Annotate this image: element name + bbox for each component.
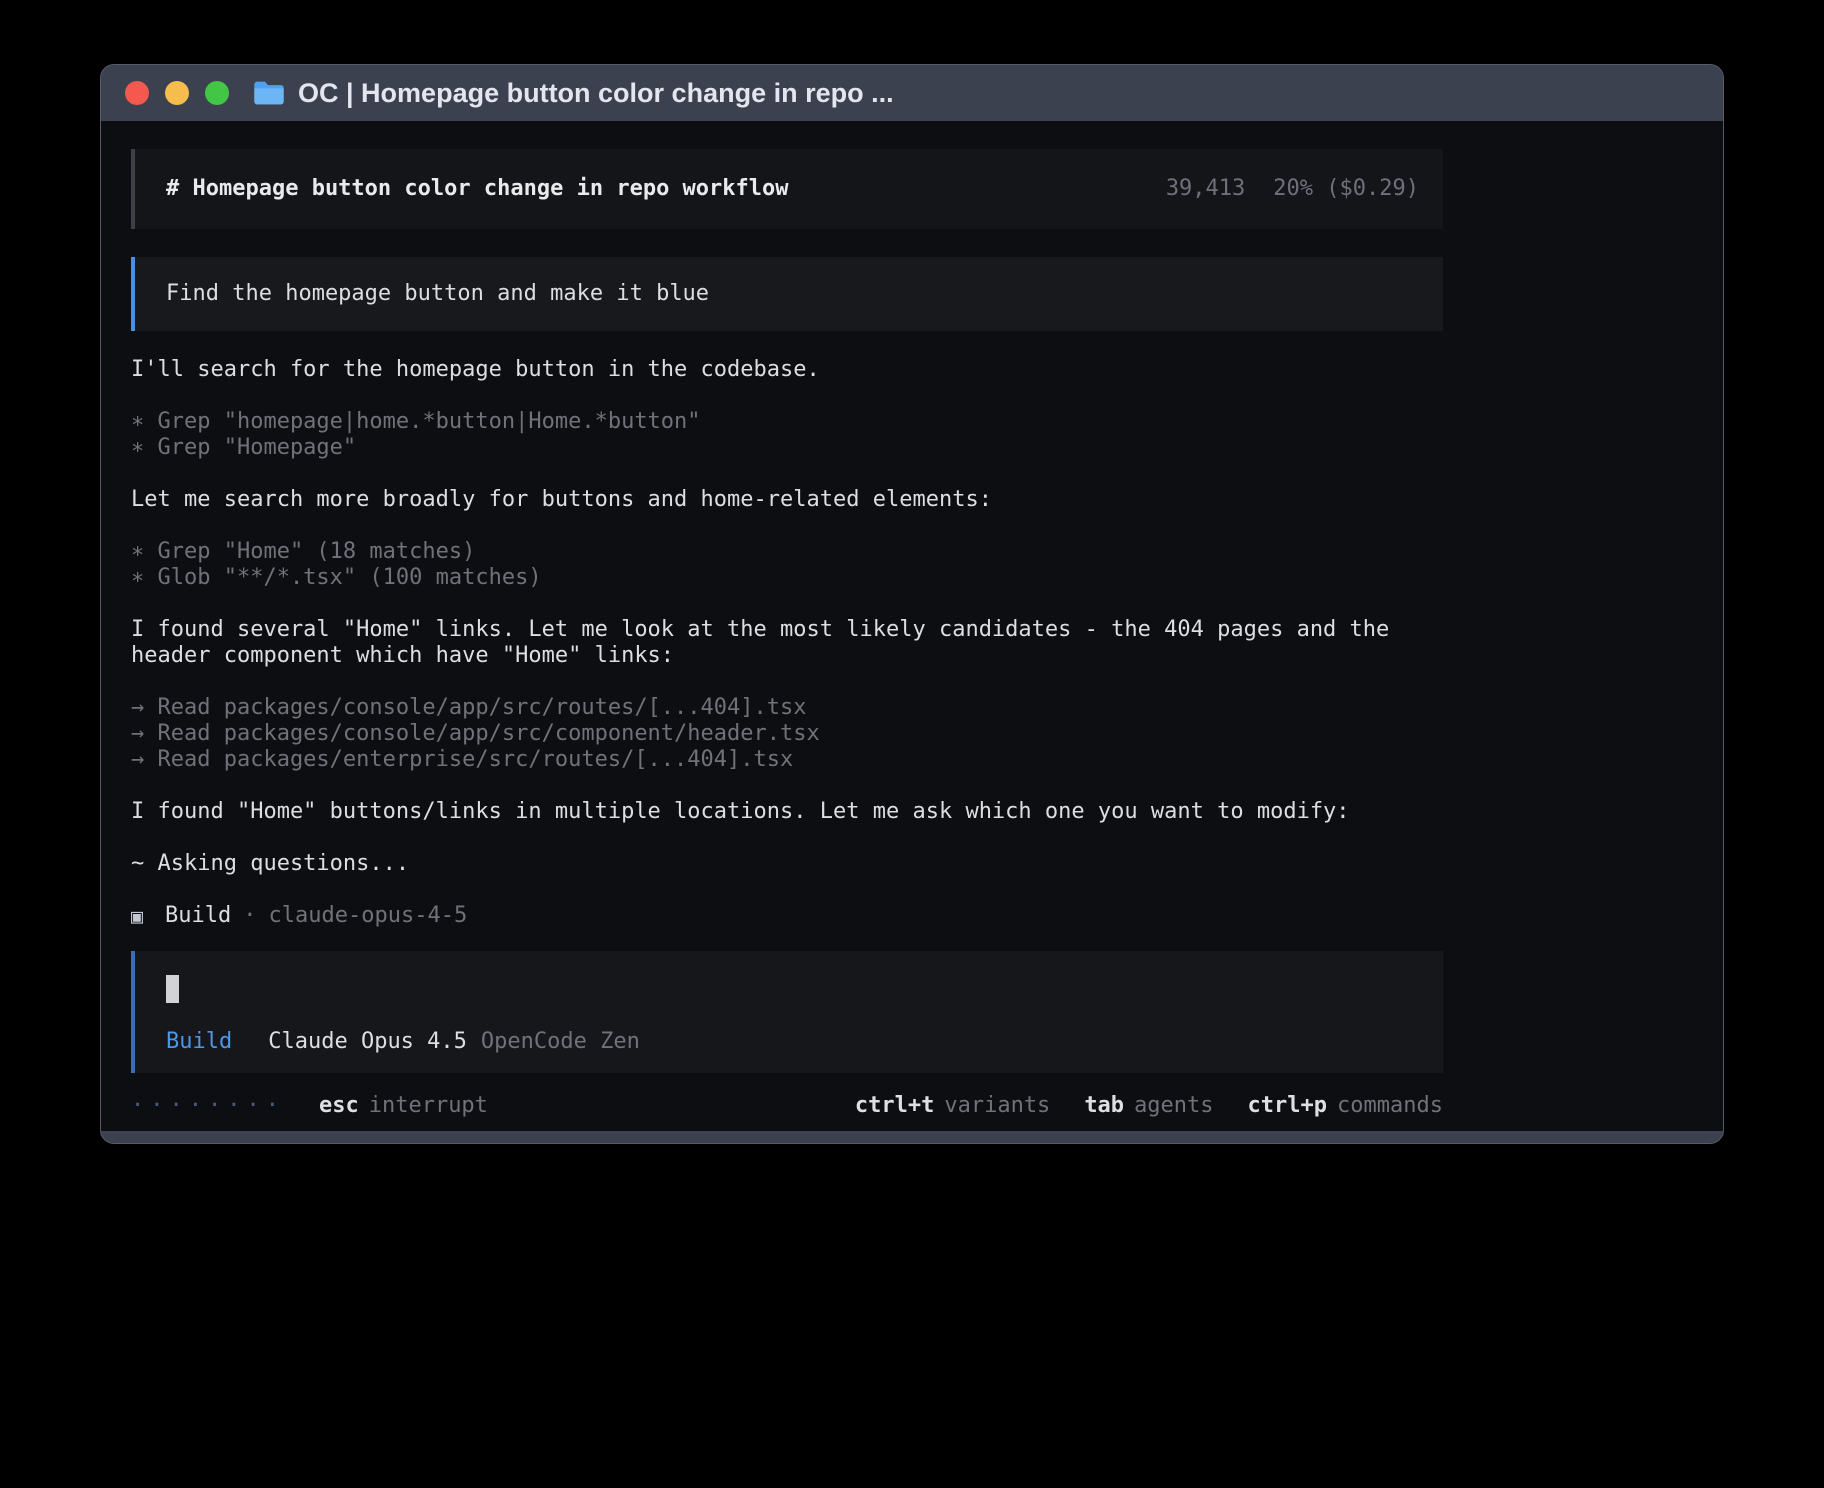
tool-call: ∗ Grep "homepage|home.*button|Home.*butt… xyxy=(131,409,1443,435)
shortcut-variants: ctrl+t variants xyxy=(855,1093,1050,1119)
prompt-input[interactable]: Build Claude Opus 4.5 OpenCode Zen xyxy=(131,951,1443,1073)
tool-call: → Read packages/console/app/src/componen… xyxy=(131,721,1443,747)
tool-calls-grep-2: ∗ Grep "Home" (18 matches) ∗ Glob "**/*.… xyxy=(131,539,1443,591)
window-title: OC | Homepage button color change in rep… xyxy=(298,78,894,109)
zoom-button[interactable] xyxy=(205,81,229,105)
assistant-text: I found "Home" buttons/links in multiple… xyxy=(131,799,1443,825)
provider-name: OpenCode Zen xyxy=(481,1029,640,1055)
shortcut-label: variants xyxy=(944,1093,1050,1119)
close-button[interactable] xyxy=(125,81,149,105)
desktop: OC | Homepage button color change in rep… xyxy=(0,0,1824,1488)
agent-name: Build xyxy=(165,903,231,929)
assistant-text: I found several "Home" links. Let me loo… xyxy=(131,617,1443,669)
tool-call: → Read packages/console/app/src/routes/[… xyxy=(131,695,1443,721)
status-left: ········ esc interrupt xyxy=(131,1093,488,1119)
session-title: # Homepage button color change in repo w… xyxy=(166,176,789,202)
shortcut-key: tab xyxy=(1084,1093,1124,1119)
input-mode-line: Build Claude Opus 4.5 OpenCode Zen xyxy=(166,1029,1419,1055)
status-bar: ········ esc interrupt ctrl+t variants t… xyxy=(131,1093,1443,1119)
model-name: Claude Opus 4.5 xyxy=(268,1029,467,1055)
esc-label: interrupt xyxy=(369,1093,488,1119)
shortcut-label: agents xyxy=(1134,1093,1213,1119)
esc-key: esc xyxy=(319,1093,359,1119)
tool-call: ∗ Grep "Homepage" xyxy=(131,435,1443,461)
tool-call: ∗ Glob "**/*.tsx" (100 matches) xyxy=(131,565,1443,591)
assistant-intro: I'll search for the homepage button in t… xyxy=(131,357,1443,383)
spinner-dots-icon: ········ xyxy=(131,1093,285,1119)
status-right: ctrl+t variants tab agents ctrl+p comman… xyxy=(855,1093,1443,1119)
assistant-text: Let me search more broadly for buttons a… xyxy=(131,487,1443,513)
window-title-group: OC | Homepage button color change in rep… xyxy=(253,78,894,109)
terminal-content: # Homepage button color change in repo w… xyxy=(101,121,1723,1131)
assistant-candidates: I found several "Home" links. Let me loo… xyxy=(131,617,1443,669)
session-stats: 39,413 20% ($0.29) xyxy=(1166,176,1419,202)
assistant-text: I'll search for the homepage button in t… xyxy=(131,357,1443,383)
traffic-lights xyxy=(125,81,229,105)
agent-model: claude-opus-4-5 xyxy=(269,903,468,929)
session-header: # Homepage button color change in repo w… xyxy=(131,149,1443,229)
user-message-text: Find the homepage button and make it blu… xyxy=(166,281,1419,307)
shortcut-commands: ctrl+p commands xyxy=(1248,1093,1443,1119)
tool-call: ∗ Grep "Home" (18 matches) xyxy=(131,539,1443,565)
mode-badge[interactable]: Build xyxy=(166,1029,232,1055)
agent-icon: ▣ xyxy=(131,903,143,929)
tool-calls-grep-1: ∗ Grep "homepage|home.*button|Home.*butt… xyxy=(131,409,1443,461)
shortcut-interrupt: esc interrupt xyxy=(319,1093,488,1119)
token-count: 39,413 xyxy=(1166,176,1245,201)
user-message: Find the homepage button and make it blu… xyxy=(131,257,1443,331)
context-usage: 20% ($0.29) xyxy=(1273,176,1419,201)
text-cursor xyxy=(166,975,179,1003)
assistant-ask-intro: I found "Home" buttons/links in multiple… xyxy=(131,799,1443,825)
agent-separator: · xyxy=(243,903,256,929)
tool-call: → Read packages/enterprise/src/routes/[.… xyxy=(131,747,1443,773)
agent-status-line: ▣ Build · claude-opus-4-5 xyxy=(131,903,1443,929)
terminal-window: OC | Homepage button color change in rep… xyxy=(100,64,1724,1144)
asking-text: ~ Asking questions... xyxy=(131,851,1443,877)
assistant-broader-search: Let me search more broadly for buttons a… xyxy=(131,487,1443,513)
folder-icon xyxy=(253,79,285,107)
shortcut-key: ctrl+t xyxy=(855,1093,934,1119)
shortcut-label: commands xyxy=(1337,1093,1443,1119)
shortcut-agents: tab agents xyxy=(1084,1093,1213,1119)
titlebar[interactable]: OC | Homepage button color change in rep… xyxy=(101,65,1723,121)
minimize-button[interactable] xyxy=(165,81,189,105)
tool-calls-read: → Read packages/console/app/src/routes/[… xyxy=(131,695,1443,773)
shortcut-key: ctrl+p xyxy=(1248,1093,1327,1119)
asking-status: ~ Asking questions... xyxy=(131,851,1443,877)
